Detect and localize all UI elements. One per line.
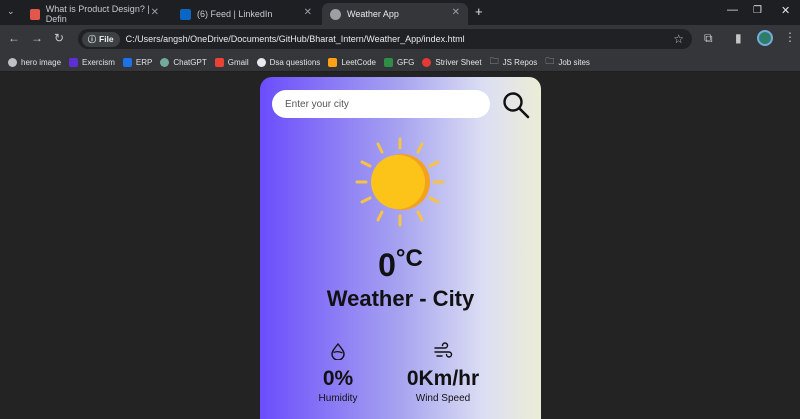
bookmark-striver-sheet[interactable]: Striver Sheet	[422, 57, 482, 67]
bookmark-exercism[interactable]: Exercism	[69, 57, 115, 67]
city-name: Weather - City	[326, 286, 475, 311]
linkedin-icon	[180, 8, 191, 20]
avatar[interactable]	[757, 30, 773, 46]
new-tab-icon[interactable]: +	[475, 4, 483, 19]
globe-icon	[330, 8, 341, 20]
tab-weather-app[interactable]: Weather App ✕	[322, 3, 468, 25]
humidity-block: 0% Humidity	[310, 342, 366, 404]
erp-icon	[122, 57, 132, 67]
back-icon[interactable]: ←	[8, 31, 20, 45]
bookmark-js-repos[interactable]: 🗀 JS Repos	[490, 54, 538, 70]
tab-title: What is Product Design? | Defin	[45, 4, 150, 24]
temperature: 0°C	[378, 245, 423, 283]
address-text: C:/Users/angsh/OneDrive/Documents/GitHub…	[125, 34, 465, 44]
close-icon[interactable]: ✕	[452, 7, 460, 18]
gfg-icon	[384, 57, 394, 67]
close-icon[interactable]: ✕	[304, 7, 312, 18]
search-icon	[503, 92, 530, 119]
folder-icon: 🗀	[489, 56, 499, 66]
wind-speed-label: Wind Speed	[415, 393, 471, 404]
humidity-label: Humidity	[318, 393, 358, 404]
forward-icon[interactable]: →	[31, 31, 43, 45]
minimize-icon[interactable]: —	[727, 4, 738, 16]
reload-icon[interactable]: ↻	[54, 31, 64, 45]
wind-icon	[434, 342, 453, 358]
tab-search-dropdown-icon[interactable]: ⌄	[7, 6, 15, 17]
wind-block: 0Km/hr Wind Speed	[400, 342, 486, 404]
github-icon	[256, 57, 266, 67]
chatgpt-icon	[160, 57, 170, 67]
info-icon: ⓘ	[88, 34, 96, 44]
leetcode-icon	[328, 57, 338, 67]
humidity-value: 0%	[322, 367, 354, 390]
sun-icon	[355, 137, 445, 227]
weather-card: 0°C Weather - City 0% Humidity 0Km/hr Wi…	[260, 77, 541, 419]
gmail-icon	[214, 57, 224, 67]
window-close-icon[interactable]: ✕	[781, 4, 790, 17]
bookmark-dsa-questions[interactable]: Dsa questions	[256, 57, 320, 67]
tab-favicon-icon	[30, 8, 40, 20]
menu-icon[interactable]: ⋮	[784, 30, 796, 44]
tab-title: (6) Feed | LinkedIn	[197, 9, 273, 19]
file-chip[interactable]: ⓘ File	[82, 31, 120, 47]
search-button[interactable]	[501, 90, 531, 120]
tab-strip: ⌄ What is Product Design? | Defin ✕ (6) …	[0, 0, 800, 25]
humidity-icon	[331, 342, 345, 361]
extensions-icon[interactable]: ⧉	[704, 31, 713, 46]
folder-icon: 🗀	[545, 56, 555, 66]
city-search-input[interactable]	[272, 90, 490, 118]
striver-icon	[422, 57, 432, 67]
side-panel-icon[interactable]: ▮	[735, 31, 742, 45]
restore-icon[interactable]: ❐	[753, 5, 762, 16]
bookmark-star-icon[interactable]: ☆	[673, 32, 684, 46]
bookmark-gfg[interactable]: GFG	[384, 57, 414, 67]
exercism-icon	[69, 57, 79, 67]
tab-linkedin[interactable]: (6) Feed | LinkedIn ✕	[172, 3, 320, 25]
bookmark-job-sites[interactable]: 🗀 Job sites	[545, 54, 590, 70]
tab-product-design[interactable]: What is Product Design? | Defin ✕	[22, 3, 167, 25]
bookmark-hero-image[interactable]: hero image	[8, 57, 61, 67]
tab-title: Weather App	[347, 9, 399, 19]
wind-speed-value: 0Km/hr	[406, 367, 480, 390]
temperature-unit: °C	[395, 245, 423, 272]
close-icon[interactable]: ✕	[151, 7, 159, 18]
bookmark-gmail[interactable]: Gmail	[214, 57, 249, 67]
address-bar[interactable]: ⓘ File C:/Users/angsh/OneDrive/Documents/…	[78, 29, 692, 49]
bookmark-chatgpt[interactable]: ChatGPT	[160, 57, 207, 67]
bookmark-leetcode[interactable]: LeetCode	[328, 57, 376, 67]
globe-icon	[8, 57, 17, 67]
bookmark-erp[interactable]: ERP	[122, 57, 152, 67]
bookmarks-bar: hero image Exercism ERP ChatGPT Gmail Ds…	[0, 53, 800, 72]
